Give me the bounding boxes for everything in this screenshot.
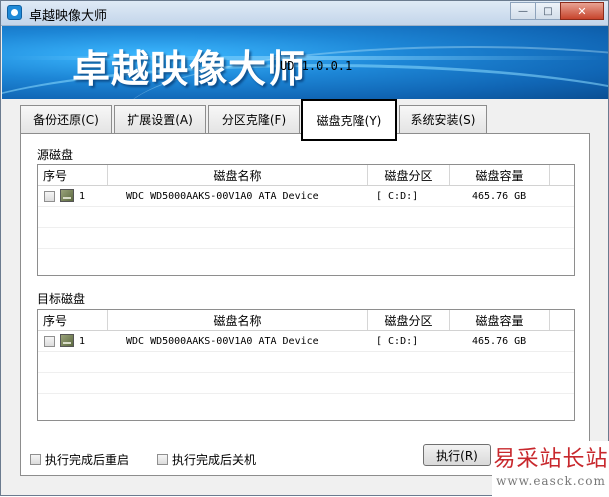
target-disk-checkbox[interactable] bbox=[44, 336, 55, 347]
watermark: 易采站长站 www.easck.com bbox=[492, 441, 609, 497]
title-bar[interactable]: 卓越映像大师 — □ ✕ bbox=[1, 1, 608, 26]
column-header-index[interactable]: 序号 bbox=[38, 165, 108, 185]
column-header-partition[interactable]: 磁盘分区 bbox=[368, 165, 450, 185]
reboot-label: 执行完成后重启 bbox=[45, 452, 130, 467]
maximize-button[interactable]: □ bbox=[535, 2, 561, 20]
column-header-name[interactable]: 磁盘名称 bbox=[108, 165, 368, 185]
tab-system-install[interactable]: 系统安装(S) bbox=[399, 105, 487, 133]
window-controls: — □ ✕ bbox=[510, 2, 604, 21]
source-disk-list[interactable]: 序号 磁盘名称 磁盘分区 磁盘容量 1 WDC WD5000AAKS-00V1A… bbox=[37, 164, 575, 276]
tab-extended-settings[interactable]: 扩展设置(A) bbox=[114, 105, 206, 133]
header-banner: 卓越映像大师 UD 1.0.0.1 bbox=[2, 26, 608, 99]
source-disk-label: 源磁盘 bbox=[36, 146, 75, 163]
shutdown-label: 执行完成后关机 bbox=[172, 452, 257, 467]
table-row[interactable]: 1 WDC WD5000AAKS-00V1A0 ATA Device [ C:D… bbox=[38, 331, 574, 352]
source-disk-checkbox[interactable] bbox=[44, 191, 55, 202]
tab-disk-clone[interactable]: 磁盘克隆(Y) bbox=[301, 99, 397, 141]
table-row[interactable]: 1 WDC WD5000AAKS-00V1A0 ATA Device [ C:D… bbox=[38, 186, 574, 207]
app-logo-icon bbox=[7, 5, 22, 20]
target-disk-label: 目标磁盘 bbox=[36, 290, 87, 307]
hard-disk-icon bbox=[60, 334, 74, 347]
shutdown-checkbox[interactable] bbox=[157, 453, 168, 465]
target-list-header: 序号 磁盘名称 磁盘分区 磁盘容量 bbox=[38, 310, 574, 331]
disk-name: WDC WD5000AAKS-00V1A0 ATA Device bbox=[126, 335, 319, 347]
source-list-header: 序号 磁盘名称 磁盘分区 磁盘容量 bbox=[38, 165, 574, 186]
app-window: 卓越映像大师 — □ ✕ 卓越映像大师 UD 1.0.0.1 备份还原(C) 扩… bbox=[0, 0, 609, 497]
grid-line bbox=[38, 227, 574, 228]
reboot-option[interactable]: 执行完成后重启 bbox=[30, 451, 129, 467]
shutdown-option[interactable]: 执行完成后关机 bbox=[157, 451, 256, 467]
banner-title: 卓越映像大师 bbox=[72, 47, 307, 91]
column-header-index[interactable]: 序号 bbox=[38, 310, 108, 330]
disk-index: 1 bbox=[79, 190, 86, 202]
column-header-partition[interactable]: 磁盘分区 bbox=[368, 310, 450, 330]
disk-partition: [ C:D:] bbox=[376, 190, 419, 202]
disk-index: 1 bbox=[79, 335, 86, 347]
window-title: 卓越映像大师 bbox=[29, 9, 108, 24]
close-button[interactable]: ✕ bbox=[560, 2, 604, 20]
watermark-title: 易采站长站 bbox=[493, 447, 609, 472]
column-header-capacity[interactable]: 磁盘容量 bbox=[450, 165, 550, 185]
tab-partition-clone[interactable]: 分区克隆(F) bbox=[208, 105, 300, 133]
version-label: UD 1.0.0.1 bbox=[280, 59, 353, 73]
hard-disk-icon bbox=[60, 189, 74, 202]
grid-line bbox=[38, 248, 574, 249]
disk-capacity: 465.76 GB bbox=[472, 335, 527, 347]
grid-line bbox=[38, 393, 574, 394]
execute-button[interactable]: 执行(R) bbox=[423, 444, 491, 466]
grid-line bbox=[38, 372, 574, 373]
column-header-name[interactable]: 磁盘名称 bbox=[108, 310, 368, 330]
disk-capacity: 465.76 GB bbox=[472, 190, 527, 202]
target-disk-list[interactable]: 序号 磁盘名称 磁盘分区 磁盘容量 1 WDC WD5000AAKS-00V1A… bbox=[37, 309, 575, 421]
column-header-capacity[interactable]: 磁盘容量 bbox=[450, 310, 550, 330]
tab-backup-restore[interactable]: 备份还原(C) bbox=[20, 105, 112, 133]
disk-name: WDC WD5000AAKS-00V1A0 ATA Device bbox=[126, 190, 319, 202]
disk-partition: [ C:D:] bbox=[376, 335, 419, 347]
watermark-url: www.easck.com bbox=[496, 474, 606, 488]
minimize-button[interactable]: — bbox=[510, 2, 536, 20]
reboot-checkbox[interactable] bbox=[30, 453, 41, 465]
